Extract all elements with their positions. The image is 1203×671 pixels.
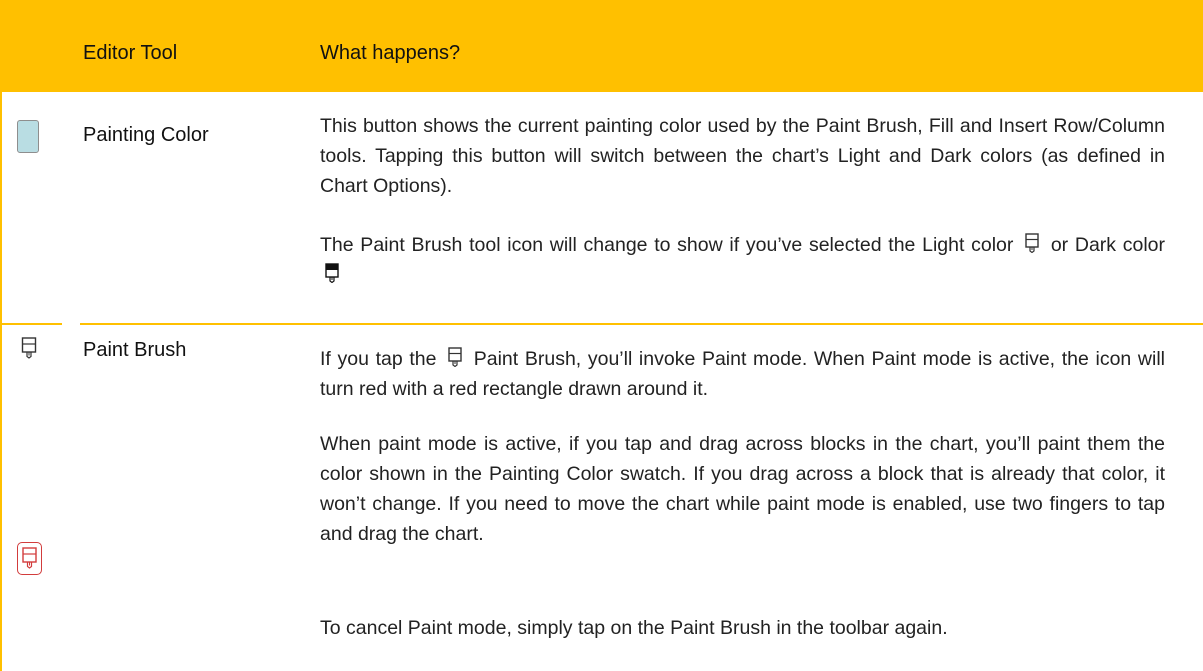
table-left-border: [0, 92, 2, 671]
tool-name-paint-brush: Paint Brush: [83, 339, 187, 361]
header-what-happens: What happens?: [320, 42, 461, 64]
paint-brush-text-1: If you tap the: [320, 348, 437, 370]
row-divider: [80, 323, 1203, 325]
table-header: Editor Tool What happens?: [0, 0, 1203, 92]
painting-color-icon-note: The Paint Brush tool icon will change to…: [320, 230, 1165, 290]
painting-color-description: This button shows the current painting c…: [320, 115, 1165, 197]
paint-brush-text-2: Paint Brush, you’ll invoke Paint mode. W…: [320, 348, 1165, 400]
header-editor-tool: Editor Tool: [83, 42, 178, 64]
paint-brush-light-icon: [1025, 233, 1039, 253]
icon-note-text-1: The Paint Brush tool icon will change to…: [320, 234, 1014, 256]
painting-color-swatch[interactable]: [17, 120, 39, 153]
paint-brush-description: If you tap the Paint Brush, you’ll invok…: [320, 344, 1165, 404]
icon-note-text-2: or Dark color: [1050, 234, 1166, 256]
cancel-paint-mode-note: To cancel Paint mode, simply tap on the …: [320, 617, 948, 639]
row-divider-left: [0, 323, 62, 325]
paint-mode-explanation: When paint mode is active, if you tap an…: [320, 433, 1165, 545]
paint-brush-active-icon: [22, 547, 37, 569]
paint-brush-icon[interactable]: [21, 337, 37, 359]
tool-name-painting-color: Painting Color: [83, 124, 209, 146]
paint-brush-inline-icon: [448, 347, 462, 367]
paint-brush-active-frame[interactable]: [17, 542, 42, 575]
paint-brush-dark-icon: [325, 263, 339, 283]
